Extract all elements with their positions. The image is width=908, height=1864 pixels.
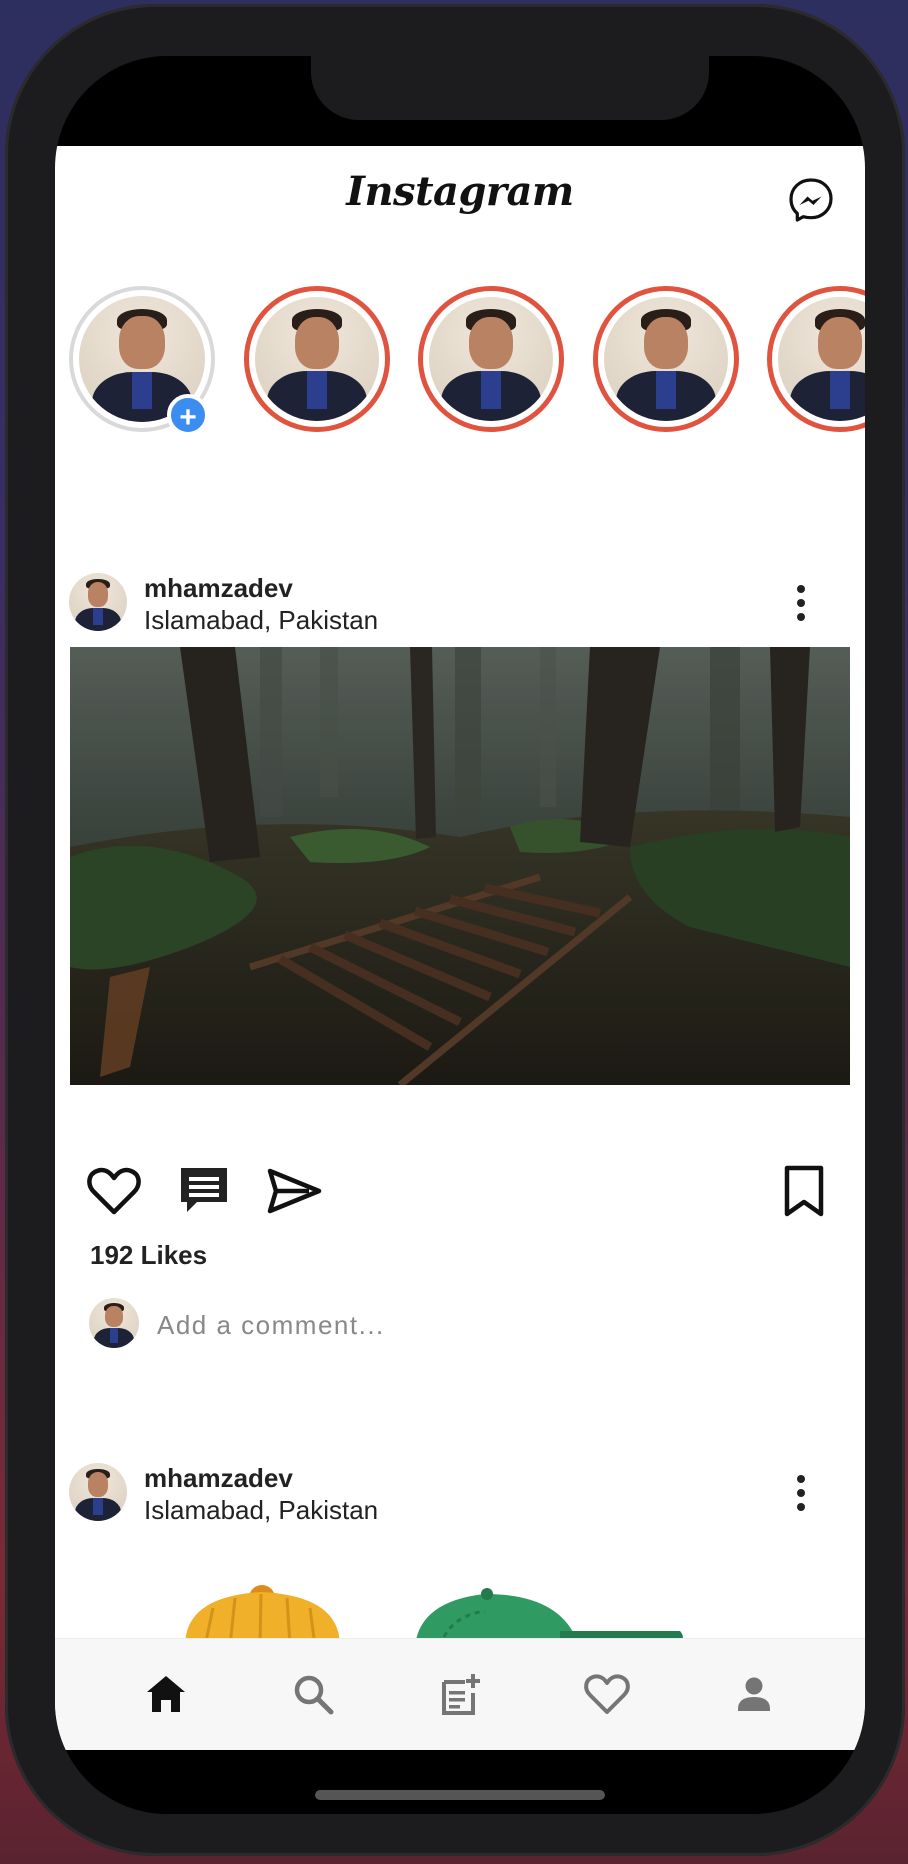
- app-logo: Instagram: [346, 168, 574, 215]
- likes-count[interactable]: 192 Likes: [90, 1240, 207, 1271]
- notch: [311, 56, 709, 120]
- profile-icon[interactable]: [729, 1669, 779, 1719]
- bottom-nav: [55, 1638, 865, 1750]
- screen: Instagram + mhamzadev Islamabad, Pakista…: [55, 56, 865, 1814]
- messenger-icon[interactable]: [787, 176, 835, 224]
- bookmark-icon[interactable]: [775, 1162, 833, 1220]
- avatar: [255, 297, 379, 421]
- avatar: [778, 297, 865, 421]
- add-story-button[interactable]: +: [167, 394, 209, 436]
- comment-icon[interactable]: [175, 1162, 233, 1220]
- post-image[interactable]: [70, 647, 850, 1085]
- instagram-app: Instagram + mhamzadev Islamabad, Pakista…: [55, 146, 865, 1750]
- avatar: [604, 297, 728, 421]
- post-header: mhamzadev Islamabad, Pakistan: [55, 563, 865, 643]
- post-avatar[interactable]: [69, 573, 127, 631]
- post-actions: [55, 1156, 865, 1226]
- heart-icon[interactable]: [85, 1162, 143, 1220]
- comment-avatar: [89, 1298, 139, 1348]
- phone-frame: Instagram + mhamzadev Islamabad, Pakista…: [5, 4, 905, 1856]
- story-item[interactable]: [418, 286, 564, 432]
- stories-bar: +: [55, 286, 865, 446]
- post-location[interactable]: Islamabad, Pakistan: [144, 605, 378, 636]
- home-indicator[interactable]: [315, 1790, 605, 1800]
- new-post-icon[interactable]: [435, 1669, 485, 1719]
- add-comment-row: [55, 1296, 865, 1356]
- comment-input[interactable]: [155, 1304, 819, 1346]
- send-icon[interactable]: [265, 1162, 323, 1220]
- heart-icon[interactable]: [582, 1669, 632, 1719]
- post-image[interactable]: [55, 1486, 865, 1646]
- home-icon[interactable]: [141, 1669, 191, 1719]
- app-header: Instagram: [55, 146, 865, 256]
- more-vertical-icon[interactable]: [781, 581, 821, 625]
- search-icon[interactable]: [288, 1669, 338, 1719]
- story-item[interactable]: [593, 286, 739, 432]
- avatar: [429, 297, 553, 421]
- story-item[interactable]: [767, 286, 865, 432]
- story-item[interactable]: [244, 286, 390, 432]
- post-username[interactable]: mhamzadev: [144, 573, 293, 604]
